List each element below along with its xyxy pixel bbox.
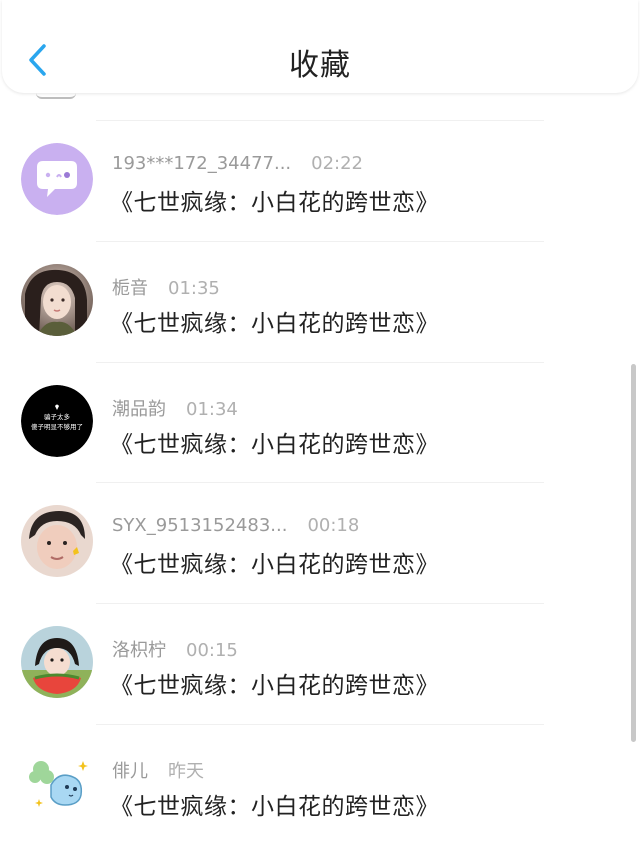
timestamp: 00:15: [186, 640, 238, 662]
header-bar: 收藏: [2, 0, 638, 93]
timestamp: 01:35: [168, 277, 220, 299]
page-title: 收藏: [289, 48, 351, 83]
avatar[interactable]: 骗子太多 傻子明显不够用了: [21, 384, 93, 457]
avatar: [36, 93, 76, 99]
avatar[interactable]: [21, 143, 93, 215]
avatar-text-line-2: 傻子明显不够用了: [31, 422, 83, 431]
avatar[interactable]: [21, 626, 93, 699]
avatar[interactable]: [21, 505, 93, 578]
text-avatar-image: 骗子太多 傻子明显不够用了: [21, 384, 93, 457]
list-item[interactable]: 洛枳柠 00:15 《七世疯缘：小白花的跨世恋》: [21, 603, 544, 724]
partial-list-item: [0, 93, 640, 120]
favorite-title[interactable]: 《七世疯缘：小白花的跨世恋》: [110, 787, 439, 821]
avatar-text-line-1: 骗子太多: [44, 412, 71, 421]
favorites-list: 193***172_34477... 02:22 《七世疯缘：小白花的跨世恋》: [0, 93, 640, 844]
favorites-screen: 收藏 193***172_34477... 02:22 《七世疯缘：小白花的跨世…: [0, 0, 640, 844]
timestamp: 00:18: [307, 515, 360, 537]
portrait-photo: [21, 263, 93, 336]
user-name[interactable]: 193***172_34477...: [112, 153, 291, 174]
timestamp: 昨天: [168, 760, 204, 782]
chat-bubble-icon: [21, 143, 93, 215]
list-item[interactable]: 193***172_34477... 02:22 《七世疯缘：小白花的跨世恋》: [21, 120, 544, 241]
avatar[interactable]: [21, 746, 93, 819]
user-name[interactable]: SYX_9513152483...: [112, 515, 287, 536]
portrait-photo: [21, 626, 93, 699]
user-name[interactable]: 洛枳柠: [112, 640, 166, 661]
list-item[interactable]: 栀音 01:35 《七世疯缘：小白花的跨世恋》: [21, 240, 544, 362]
user-name[interactable]: 潮品韵: [112, 399, 166, 420]
cartoon-avatar-image: [21, 746, 93, 819]
list-item[interactable]: 俳儿 昨天 《七世疯缘：小白花的跨世恋》: [21, 723, 544, 844]
timestamp: 02:22: [311, 153, 364, 174]
portrait-photo: [21, 505, 93, 578]
favorite-title[interactable]: 《七世疯缘：小白花的跨世恋》: [110, 425, 439, 459]
scrollbar[interactable]: [631, 364, 636, 742]
favorite-title[interactable]: 《七世疯缘：小白花的跨世恋》: [110, 666, 439, 700]
list-item[interactable]: 骗子太多 傻子明显不够用了 潮品韵 01:34 《七世疯缘：小白花的跨世恋》: [21, 361, 544, 483]
user-name[interactable]: 俳儿: [112, 761, 148, 782]
favorite-title[interactable]: 《七世疯缘：小白花的跨世恋》: [110, 304, 439, 338]
user-name[interactable]: 栀音: [112, 278, 148, 299]
favorite-title[interactable]: 《七世疯缘：小白花的跨世恋》: [110, 183, 439, 217]
avatar[interactable]: [21, 263, 93, 336]
list-item[interactable]: SYX_9513152483... 00:18 《七世疯缘：小白花的跨世恋》: [21, 482, 544, 603]
favorite-title[interactable]: 《七世疯缘：小白花的跨世恋》: [110, 545, 439, 579]
timestamp: 01:34: [186, 398, 238, 420]
